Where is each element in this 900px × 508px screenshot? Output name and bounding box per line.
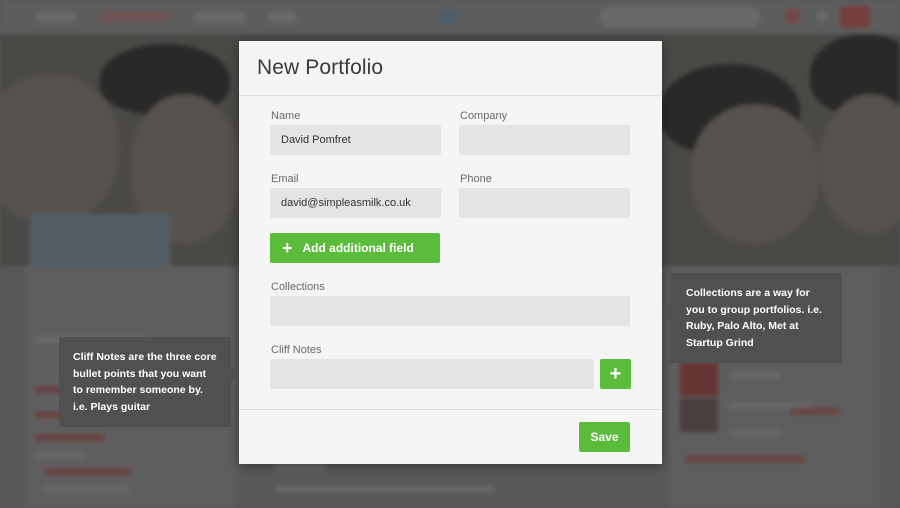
email-label: Email bbox=[271, 173, 299, 185]
new-portfolio-modal: New Portfolio Name Company Email Phone +… bbox=[239, 41, 662, 464]
modal-footer: Save bbox=[239, 409, 662, 464]
collections-label: Collections bbox=[271, 281, 325, 293]
modal-header: New Portfolio bbox=[239, 41, 662, 96]
plus-icon: + bbox=[609, 363, 622, 385]
plus-icon: + bbox=[282, 238, 293, 258]
add-cliff-note-button[interactable]: + bbox=[600, 359, 631, 389]
collections-input[interactable] bbox=[270, 296, 630, 326]
collections-tooltip: Collections are a way for you to group p… bbox=[662, 273, 842, 363]
save-button[interactable]: Save bbox=[579, 422, 630, 452]
phone-label: Phone bbox=[460, 173, 492, 185]
phone-input[interactable] bbox=[459, 188, 630, 218]
modal-title: New Portfolio bbox=[257, 56, 384, 79]
add-additional-field-label: Add additional field bbox=[302, 241, 414, 255]
cliff-notes-label: Cliff Notes bbox=[271, 344, 322, 356]
add-additional-field-button[interactable]: + Add additional field bbox=[270, 233, 440, 263]
name-input[interactable] bbox=[270, 125, 441, 155]
name-label: Name bbox=[271, 110, 301, 122]
company-input[interactable] bbox=[459, 125, 630, 155]
cliff-notes-tooltip: Cliff Notes are the three core bullet po… bbox=[59, 337, 239, 427]
company-label: Company bbox=[460, 110, 508, 122]
cliff-notes-input[interactable] bbox=[270, 359, 594, 389]
email-input[interactable] bbox=[270, 188, 441, 218]
